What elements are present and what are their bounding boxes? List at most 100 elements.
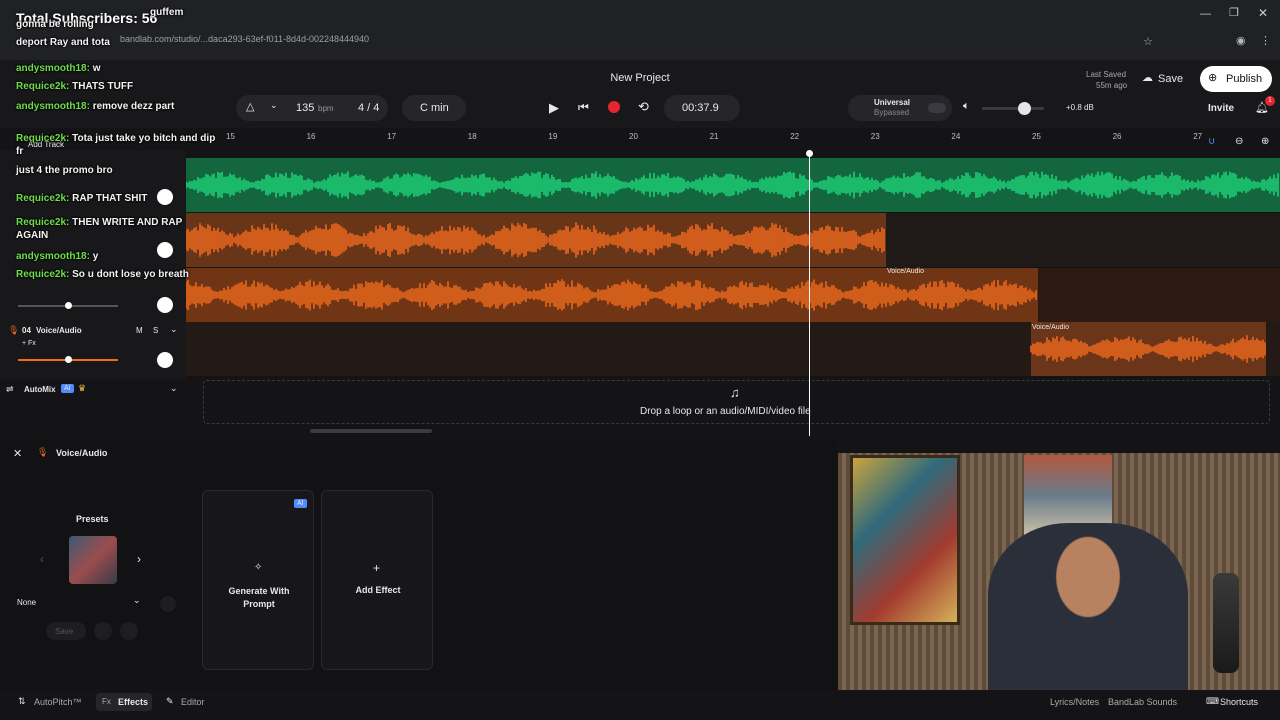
- drop-zone[interactable]: ♫ Drop a loop or an audio/MIDI/video fil…: [203, 380, 1270, 424]
- speaker-icon[interactable]: 🔈︎: [963, 100, 970, 113]
- ruler-tick-label: 15: [226, 132, 235, 141]
- project-title[interactable]: New Project: [590, 72, 690, 84]
- ai-badge: AI: [294, 499, 307, 508]
- track-4-fx[interactable]: + Fx: [22, 340, 36, 347]
- solo-button[interactable]: S: [153, 326, 158, 335]
- master-volume-slider[interactable]: [982, 102, 1044, 115]
- track-lane-3[interactable]: Voice/Audio: [185, 268, 1280, 322]
- chevron-left-icon[interactable]: ‹: [40, 552, 44, 566]
- close-window-icon[interactable]: ✕: [1258, 6, 1268, 20]
- playhead[interactable]: [809, 153, 810, 436]
- preset-value: None: [17, 598, 37, 607]
- effects-tab[interactable]: Fx Effects: [96, 693, 152, 711]
- last-saved-time: 55m ago: [1096, 81, 1128, 90]
- track-lane-1[interactable]: [185, 158, 1280, 212]
- bookmark-icon[interactable]: ☆: [1143, 35, 1153, 48]
- chat-username: andysmooth18:: [16, 101, 93, 112]
- waveform-1: [185, 158, 1280, 212]
- chevron-down-icon[interactable]: ⌄: [170, 324, 178, 335]
- chevron-down-icon[interactable]: ⌄: [270, 100, 278, 111]
- mute-button[interactable]: M: [136, 326, 143, 335]
- track-3-volume-slider[interactable]: [18, 302, 118, 309]
- maximize-icon[interactable]: ❐: [1229, 6, 1239, 19]
- microphone: [1213, 573, 1239, 673]
- volume-handle[interactable]: [65, 356, 72, 363]
- ruler-tick-label: 21: [709, 132, 719, 141]
- preset-thumbnail[interactable]: [69, 536, 117, 584]
- bpm-value[interactable]: 135: [296, 102, 314, 114]
- key-selector[interactable]: C min: [402, 95, 466, 121]
- zoom-out-icon[interactable]: ⊖: [1235, 136, 1243, 147]
- record-button[interactable]: [608, 101, 620, 113]
- time-signature[interactable]: 4 / 4: [358, 102, 379, 114]
- toggle-switch[interactable]: [928, 103, 946, 113]
- shortcuts-tab[interactable]: Shortcuts: [1220, 697, 1258, 707]
- bpm-unit: bpm: [318, 104, 334, 113]
- universal-label: Universal: [874, 98, 911, 107]
- sounds-tab[interactable]: BandLab Sounds: [1108, 697, 1177, 707]
- menu-dots-icon[interactable]: ⋮: [1260, 34, 1271, 47]
- save-preset-button[interactable]: Save: [46, 622, 86, 640]
- publish-button[interactable]: ⊕ Publish: [1200, 66, 1272, 92]
- horizontal-scrollbar[interactable]: [310, 429, 432, 433]
- crown-icon: ♛: [78, 383, 87, 393]
- universal-toggle[interactable]: Universal Bypassed: [848, 95, 952, 121]
- mic-icon: 🎙︎: [37, 447, 49, 457]
- generate-with-prompt-card[interactable]: AI ✧ Generate With Prompt: [202, 490, 314, 670]
- lyrics-tab[interactable]: Lyrics/Notes: [1050, 697, 1099, 707]
- playhead-marker[interactable]: [806, 150, 813, 157]
- chat-message: andysmooth18: y: [16, 250, 216, 263]
- record-arm-icon[interactable]: 🎙︎: [8, 325, 19, 336]
- add-effect-card[interactable]: + Add Effect: [321, 490, 433, 670]
- autopitch-icon: ⇅: [18, 696, 26, 706]
- volume-handle[interactable]: [1018, 102, 1031, 115]
- ai-badge: AI: [61, 384, 74, 393]
- minimize-icon[interactable]: —: [1200, 8, 1211, 20]
- pan-knob[interactable]: [157, 297, 173, 313]
- ruler-tick-label: 22: [790, 132, 800, 141]
- pan-knob[interactable]: [157, 352, 173, 368]
- sparkle-icon: ✧: [254, 562, 263, 573]
- automix-label: AutoMix: [24, 385, 56, 394]
- magnet-icon[interactable]: ∪: [1208, 136, 1215, 147]
- chevron-down-icon: ⌄: [133, 595, 141, 605]
- chevron-right-icon[interactable]: ›: [137, 552, 141, 566]
- time-display: 00:37.9: [664, 95, 740, 121]
- play-button[interactable]: ▶: [549, 100, 559, 116]
- close-panel-icon[interactable]: ✕: [13, 447, 22, 460]
- clip-label-4: Voice/Audio: [1032, 324, 1069, 331]
- key-value: C min: [420, 102, 449, 114]
- share-icon[interactable]: [94, 622, 112, 640]
- track-4-volume-slider[interactable]: [18, 356, 118, 363]
- chat-message: Requice2k: Tota just take yo bitch and d…: [16, 132, 216, 158]
- loop-button[interactable]: ⟲: [638, 99, 649, 115]
- chat-text: So u dont lose yo breath: [72, 269, 189, 280]
- chevron-down-icon[interactable]: ⌄: [170, 383, 178, 394]
- tempo-control[interactable]: △ ⌄ 135 bpm 4 / 4: [236, 95, 388, 121]
- metronome-icon[interactable]: △: [246, 100, 254, 113]
- preset-fx-icon[interactable]: [160, 596, 176, 612]
- save-button[interactable]: ☁ Save: [1136, 66, 1196, 92]
- volume-db-value: +0.8 dB: [1066, 103, 1094, 112]
- effects-tab-icon: Fx: [102, 697, 111, 706]
- automix-row[interactable]: ⇌ AutoMix AI ♛ ⌄: [0, 380, 186, 400]
- bottom-toolbar: ⇅ AutoPitch™ Fx Effects ✎ Editor Lyrics/…: [0, 690, 1280, 720]
- track-lane-4[interactable]: Voice/Audio: [186, 322, 1280, 376]
- invite-button[interactable]: Invite: [1208, 103, 1234, 114]
- preset-select[interactable]: None ⌄: [12, 594, 146, 610]
- track-4-name[interactable]: Voice/Audio: [36, 326, 82, 335]
- clip-label-3: Voice/Audio: [887, 268, 924, 275]
- profile-icon[interactable]: ◉: [1236, 34, 1246, 47]
- zoom-in-icon[interactable]: ⊕: [1261, 136, 1269, 147]
- address-bar[interactable]: bandlab.com/studio/...daca293-63ef-f011-…: [70, 34, 1080, 52]
- track-lane-2[interactable]: [185, 213, 1280, 267]
- more-icon[interactable]: [120, 622, 138, 640]
- editor-tab[interactable]: Editor: [181, 697, 205, 707]
- ruler-tick-label: 18: [467, 132, 477, 141]
- pencil-icon: ✎: [166, 696, 174, 706]
- rewind-button[interactable]: ⏮: [578, 100, 589, 115]
- chat-message: Requice2k: THEN WRITE AND RAP AGAIN: [16, 216, 216, 242]
- volume-handle[interactable]: [65, 302, 72, 309]
- timeline-ruler[interactable]: 15 16 17 18 19 20 21 22 23 24 25 26 27: [186, 128, 1280, 150]
- autopitch-tab[interactable]: AutoPitch™: [34, 697, 82, 707]
